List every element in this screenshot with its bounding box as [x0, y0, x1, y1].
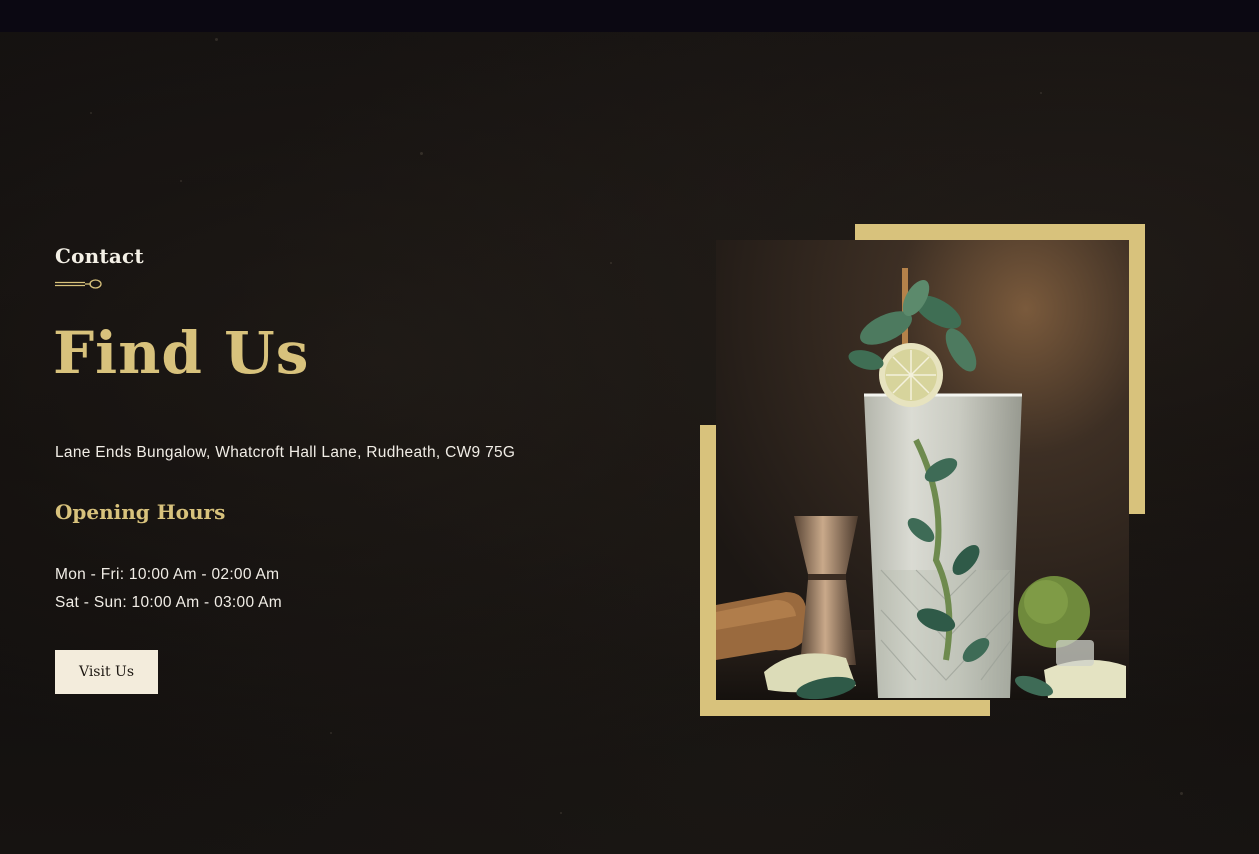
texture-speck [1180, 792, 1183, 795]
address-text: Lane Ends Bungalow, Whatcroft Hall Lane,… [55, 444, 516, 461]
texture-speck [610, 262, 612, 264]
mojito-illustration [716, 240, 1129, 700]
cocktail-photo [716, 240, 1129, 700]
opening-hours-heading: Opening Hours [55, 500, 226, 524]
texture-speck [1040, 92, 1042, 94]
section-eyebrow: Contact [55, 244, 144, 268]
texture-speck [420, 152, 423, 155]
texture-speck [560, 812, 562, 814]
texture-speck [180, 180, 182, 182]
texture-speck [90, 112, 92, 114]
texture-speck [330, 732, 332, 734]
texture-speck [215, 38, 218, 41]
spoon-divider-icon [55, 279, 102, 289]
hours-weekday: Mon - Fri: 10:00 Am - 02:00 Am [55, 566, 280, 583]
top-bar [0, 0, 1259, 32]
visit-us-button[interactable]: Visit Us [55, 650, 158, 694]
page-title: Find Us [53, 319, 310, 387]
hours-weekend: Sat - Sun: 10:00 Am - 03:00 Am [55, 594, 282, 611]
